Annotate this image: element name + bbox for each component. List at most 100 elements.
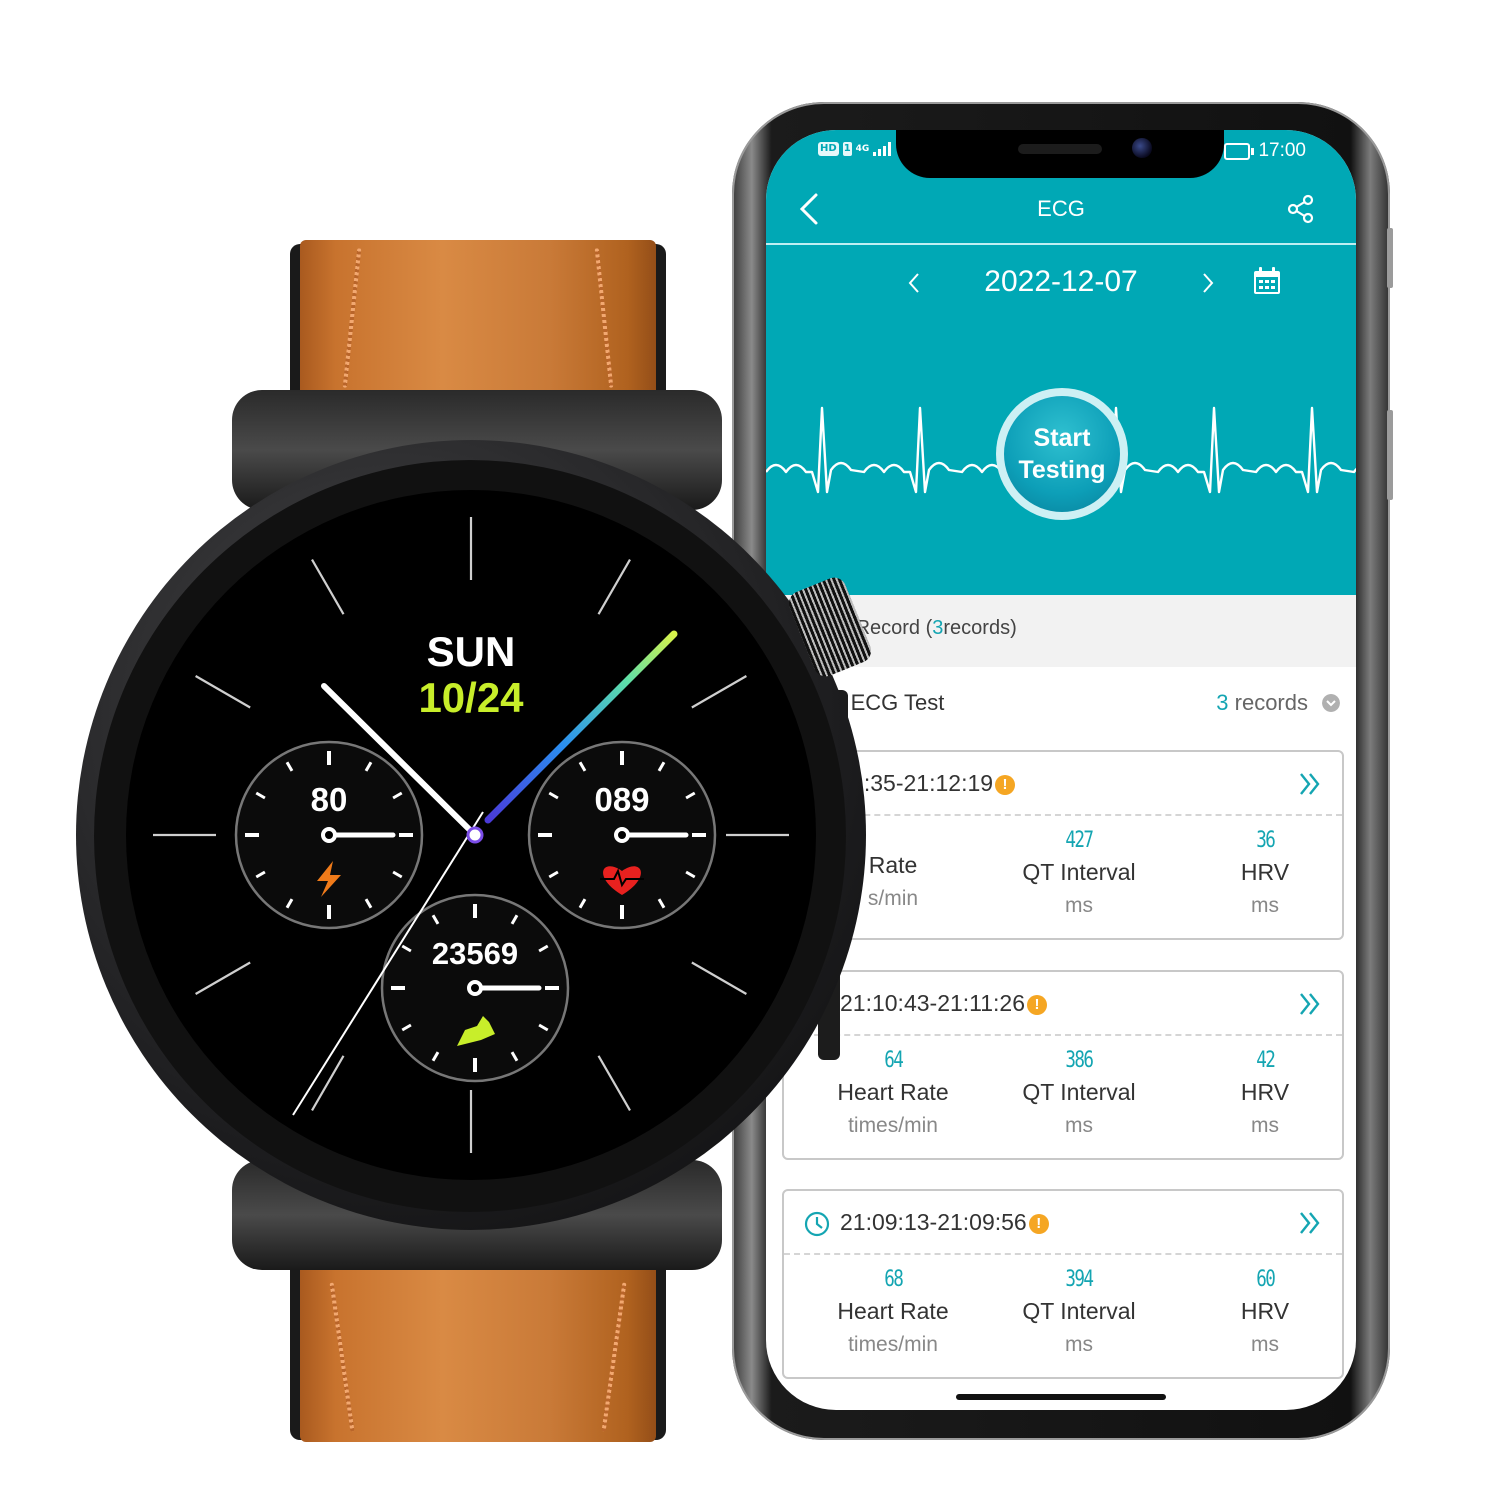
- record-time-range: 21:09:13-21:09:56: [840, 1209, 1027, 1235]
- warning-icon[interactable]: !: [1027, 995, 1048, 1015]
- record-metric: 64 Heart Rate times/min: [800, 1048, 986, 1138]
- metric-unit: ms: [1251, 1114, 1279, 1137]
- record-metric: 36 HRV ms: [1172, 828, 1356, 918]
- metric-label: HRV: [1240, 859, 1290, 885]
- network-type: 4G: [855, 144, 870, 154]
- strap-stitch: [594, 248, 614, 388]
- double-chevron-right-icon[interactable]: [1296, 990, 1324, 1018]
- record-card[interactable]: 21:09:13-21:09:56! 68 Heart Rate times/m…: [782, 1189, 1344, 1379]
- record-metric: 427 QT Interval ms: [986, 828, 1172, 918]
- sim-badge: 1: [842, 142, 852, 156]
- subdial-battery[interactable]: 80: [234, 740, 424, 930]
- metric-unit: times/min: [848, 1114, 938, 1137]
- signal-icon: [873, 142, 892, 156]
- subdial-pivot: [467, 980, 483, 996]
- metric-value: 42: [1256, 1048, 1276, 1073]
- metric-label: QT Interval: [1022, 859, 1136, 885]
- metric-unit: ms: [1251, 894, 1279, 917]
- historical-record-suffix: records): [943, 617, 1017, 639]
- section-record-count[interactable]: 3 records: [1216, 690, 1308, 716]
- front-camera: [1132, 138, 1152, 158]
- record-card[interactable]: 11:35-21:12:19! Rate s/min 427 QT Interv…: [782, 750, 1344, 940]
- hour-marker: [311, 559, 345, 615]
- record-card-header: 11:35-21:12:19!: [784, 752, 1342, 816]
- hour-marker: [597, 1055, 631, 1111]
- watch-date: 10/24: [418, 674, 524, 721]
- record-metric: 386 QT Interval ms: [986, 1048, 1172, 1138]
- watch-face: 80 089 23569: [153, 517, 789, 1153]
- strap-stitch: [601, 1282, 627, 1432]
- double-chevron-right-icon[interactable]: [1296, 770, 1324, 798]
- hd-badge: HD: [818, 142, 839, 156]
- metric-label: HRV: [1240, 1079, 1290, 1105]
- warning-icon[interactable]: !: [995, 775, 1016, 795]
- record-card-header: 21:10:43-21:11:26!: [784, 972, 1342, 1036]
- metric-value: 60: [1256, 1267, 1276, 1292]
- expand-icon[interactable]: [1322, 694, 1340, 712]
- phone-side-button[interactable]: [1387, 228, 1393, 288]
- section-count-label: records: [1228, 690, 1308, 715]
- calendar-icon[interactable]: [1252, 266, 1282, 296]
- subdial-heart-rate[interactable]: 089: [527, 740, 717, 930]
- double-chevron-right-icon[interactable]: [1296, 1209, 1324, 1237]
- hour-marker: [691, 961, 747, 995]
- page-title: ECG: [1037, 196, 1085, 221]
- metric-label: QT Interval: [1022, 1079, 1136, 1105]
- hour-marker: [195, 961, 251, 995]
- subdial-value: 089: [594, 781, 649, 818]
- metric-value: 36: [1256, 828, 1276, 853]
- watch-day: SUN: [426, 628, 516, 675]
- metric-unit: ms: [1065, 1333, 1093, 1356]
- subdial-value: 80: [311, 781, 348, 818]
- subdial-value: 23569: [432, 936, 518, 971]
- phone-side-button[interactable]: [1387, 410, 1393, 500]
- metric-label: Heart Rate: [837, 1079, 949, 1105]
- record-metric: 68 Heart Rate times/min: [800, 1267, 986, 1357]
- metric-label: Heart Rate: [837, 1298, 949, 1324]
- section-count-number: 3: [1216, 690, 1229, 715]
- hour-marker: [597, 559, 631, 615]
- clock-icon: [804, 1211, 830, 1237]
- watch-dial[interactable]: 80 089 23569 SUN 10/24: [126, 490, 816, 1180]
- warning-icon[interactable]: !: [1028, 1214, 1049, 1234]
- home-indicator[interactable]: [956, 1394, 1166, 1400]
- strap-stitch: [329, 1282, 355, 1432]
- record-metric: 60 HRV ms: [1172, 1267, 1356, 1357]
- phone-notch: [896, 130, 1224, 178]
- status-bar-left: HD 1 4G: [818, 142, 892, 156]
- start-testing-label-line2: Testing: [1018, 456, 1106, 484]
- share-icon[interactable]: [1286, 194, 1316, 224]
- metric-value: 64: [884, 1048, 904, 1073]
- record-metric: 42 HRV ms: [1172, 1048, 1356, 1138]
- start-testing-button[interactable]: Start Testing: [996, 388, 1128, 520]
- metric-value: 394: [1065, 1267, 1095, 1292]
- status-time: 17:00: [1258, 140, 1306, 161]
- subdial-pivot: [321, 827, 337, 843]
- metric-unit: times/min: [848, 1333, 938, 1356]
- next-date-icon[interactable]: [1198, 270, 1218, 296]
- strap-stitch: [342, 248, 362, 388]
- start-testing-label-line1: Start: [1033, 424, 1091, 452]
- record-time-range: 21:10:43-21:11:26: [840, 990, 1026, 1016]
- battery-icon: [1224, 142, 1255, 160]
- metric-value: 386: [1065, 1048, 1095, 1073]
- metric-unit: ms: [1251, 1333, 1279, 1356]
- earpiece-speaker: [1018, 144, 1102, 154]
- metric-label: QT Interval: [1022, 1298, 1136, 1324]
- subdial-pivot: [614, 827, 630, 843]
- metric-value: 68: [884, 1267, 904, 1292]
- record-card-header: 21:09:13-21:09:56!: [784, 1191, 1342, 1255]
- ecg-header-panel: HD 1 4G 17:00 ECG 2022-12-07 Start Testi…: [766, 130, 1356, 595]
- metric-label: HRV: [1240, 1298, 1290, 1324]
- subdial-steps[interactable]: 23569: [380, 893, 570, 1083]
- metric-unit: ms: [1065, 894, 1093, 917]
- hand-pivot: [466, 826, 484, 844]
- historical-record-count: 3: [932, 617, 944, 639]
- metric-value: 427: [1065, 828, 1095, 853]
- status-bar-right: 17:00: [1224, 140, 1306, 162]
- header-divider: [766, 243, 1356, 245]
- hour-marker: [311, 1055, 345, 1111]
- metric-unit: ms: [1065, 1114, 1093, 1137]
- record-card[interactable]: 21:10:43-21:11:26! 64 Heart Rate times/m…: [782, 970, 1344, 1160]
- record-metric: 394 QT Interval ms: [986, 1267, 1172, 1357]
